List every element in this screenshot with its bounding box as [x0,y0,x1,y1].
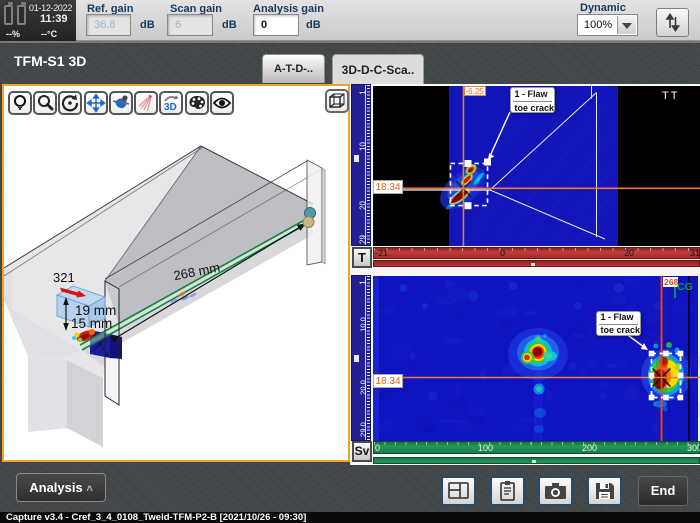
svg-text:TT: TT [662,90,679,102]
svg-text:15 mm: 15 mm [71,316,112,331]
svg-text:321: 321 [53,270,75,285]
